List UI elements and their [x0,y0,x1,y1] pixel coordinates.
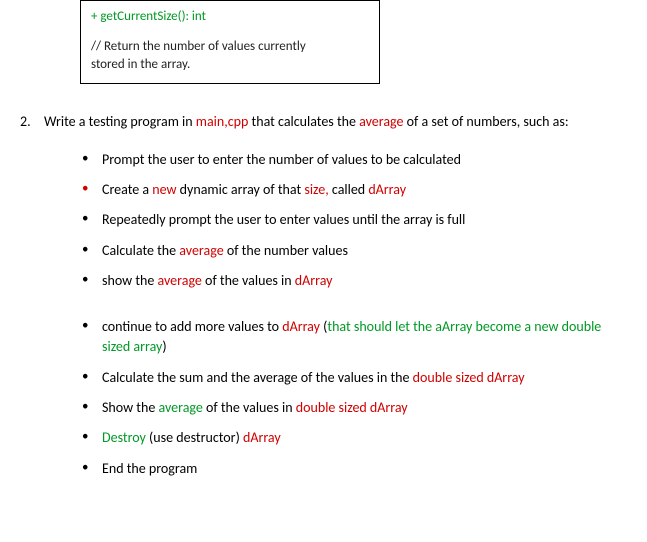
text: show the [102,272,158,289]
method-signature: + getCurrentSize(): int [91,9,369,24]
keyword-average: average [158,399,202,416]
list-item: Create a new dynamic array of that size,… [80,180,627,200]
keyword-new: new [152,181,176,198]
q-part-3: of a set of numbers, such as: [404,113,569,130]
keyword-destroy: Destroy [102,429,146,446]
list-item: Show the average of the values in double… [80,398,627,418]
keyword-darray: dArray [295,272,333,289]
list-item: Destroy (use destructor) dArray [80,428,627,448]
list-item: show the average of the values in dArray [80,271,627,291]
list-item: Calculate the average of the number valu… [80,241,627,261]
text: Create a [102,181,152,198]
comment-line-1: // Return the number of values currently [91,39,306,54]
text: of the number values [224,242,348,259]
text: called [329,181,369,198]
comment-line-2: stored in the array. [91,57,190,72]
q-part-2: that calculates the [248,113,359,130]
instruction-list: Prompt the user to enter the number of v… [80,150,627,291]
text: of the values in [202,272,295,289]
list-gap [20,301,627,317]
text: Show the [102,399,158,416]
keyword-darray: dArray [282,318,320,335]
keyword-average: average [158,272,202,289]
keyword-average: average [179,242,223,259]
text: Calculate the [102,242,179,259]
keyword-double-darray: double sized dArray [413,369,525,386]
method-comment: // Return the number of values currently… [91,38,369,73]
method-definition-box: + getCurrentSize(): int // Return the nu… [80,0,380,84]
question-number: 2. [20,113,44,130]
keyword-darray: dArray [243,429,281,446]
question-text: Write a testing program in main,cpp that… [44,112,569,132]
text: ) [162,338,166,355]
q-part-1: Write a testing program in [44,113,196,130]
question-row: 2. Write a testing program in main,cpp t… [20,112,627,132]
list-item: Calculate the sum and the average of the… [80,368,627,388]
list-item: End the program [80,459,627,479]
text: continue to add more values to [102,318,282,335]
text: Calculate the sum and the average of the… [102,369,413,386]
text: dynamic array of that [177,181,305,198]
list-item: continue to add more values to dArray (t… [80,317,627,358]
list-item: Repeatedly prompt the user to enter valu… [80,210,627,230]
keyword-average: average [359,113,403,130]
keyword-size: size, [304,181,328,198]
text: of the values in [203,399,296,416]
keyword-main: main,cpp [196,113,249,130]
keyword-double-darray: double sized dArray [296,399,408,416]
list-item: Prompt the user to enter the number of v… [80,150,627,170]
text: (use destructor) [146,429,243,446]
document-page: + getCurrentSize(): int // Return the nu… [0,0,647,509]
keyword-darray: dArray [368,181,406,198]
instruction-list-2: continue to add more values to dArray (t… [80,317,627,479]
